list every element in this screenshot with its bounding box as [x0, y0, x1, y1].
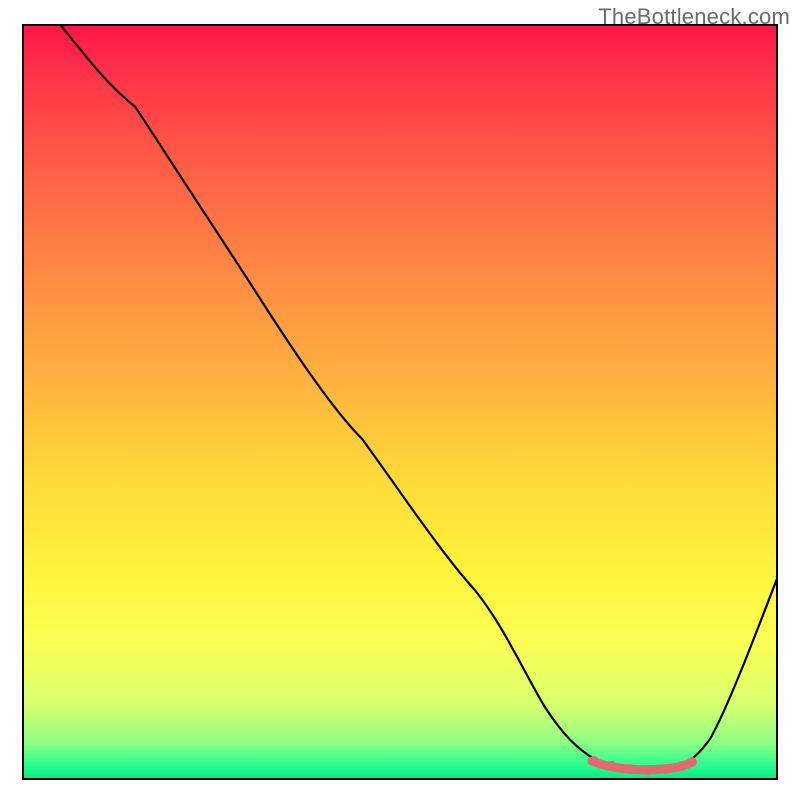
watermark-text: TheBottleneck.com: [598, 4, 790, 30]
optimal-region-highlight: [592, 761, 690, 770]
chart-svg: [22, 24, 778, 780]
bottleneck-curve: [60, 24, 778, 769]
chart-container: TheBottleneck.com: [0, 0, 800, 800]
plot-area: [22, 24, 778, 780]
